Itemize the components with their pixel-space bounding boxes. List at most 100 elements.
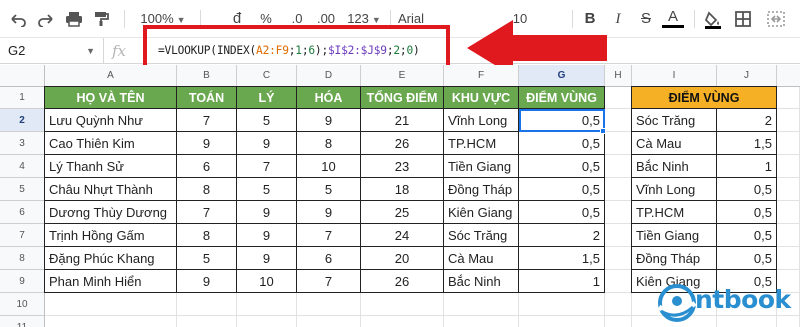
table-cell[interactable]: Phan Minh Hiển [45,270,177,293]
lookup-table-cell[interactable]: 0,5 [717,201,777,224]
grid-cell[interactable] [177,316,237,327]
grid-cell[interactable] [45,293,177,316]
row-header-9[interactable]: 9 [0,270,45,293]
table-cell[interactable]: 0,5 [519,132,605,155]
table-cell[interactable]: 9 [237,224,297,247]
row-header-8[interactable]: 8 [0,247,45,270]
table-cell[interactable]: 18 [361,178,444,201]
table-header-cell[interactable]: HÓA [297,87,361,109]
table-cell[interactable]: 5 [237,109,297,132]
grid-cell[interactable] [605,270,632,293]
table-cell[interactable]: TP.HCM [444,132,519,155]
grid-cell[interactable] [777,155,800,178]
table-cell[interactable]: 25 [361,201,444,224]
table-cell[interactable]: 7 [237,155,297,178]
undo-icon[interactable] [6,8,30,30]
grid-cell[interactable] [777,224,800,247]
borders-icon[interactable] [732,8,754,30]
row-header-1[interactable]: 1 [0,87,45,109]
column-header-c[interactable]: C [237,65,297,87]
print-icon[interactable] [62,8,86,30]
lookup-table-header[interactable]: ĐIỂM VÙNG [632,87,777,109]
grid-cell[interactable] [777,201,800,224]
table-cell[interactable]: 8 [297,132,361,155]
table-cell[interactable]: 20 [361,247,444,270]
table-cell[interactable]: 5 [297,178,361,201]
table-header-cell[interactable]: LÝ [237,87,297,109]
table-cell[interactable]: 0,5 [519,109,605,132]
lookup-table-cell[interactable]: Đồng Tháp [632,247,717,270]
grid-cell[interactable] [297,316,361,327]
table-cell[interactable]: 7 [297,224,361,247]
grid-cell[interactable] [237,316,297,327]
strikethrough-button[interactable]: S [636,8,656,30]
row-header-11[interactable]: 11 [0,316,45,327]
table-cell[interactable]: 5 [177,247,237,270]
table-cell[interactable]: 6 [297,247,361,270]
lookup-table-cell[interactable]: Vĩnh Long [632,178,717,201]
grid-cell[interactable] [605,247,632,270]
grid-cell[interactable] [605,109,632,132]
table-cell[interactable]: 1 [519,270,605,293]
grid-cell[interactable] [237,293,297,316]
table-cell[interactable]: 23 [361,155,444,178]
row-header-10[interactable]: 10 [0,293,45,316]
table-cell[interactable]: Đặng Phúc Khang [45,247,177,270]
column-header-e[interactable]: E [361,65,444,87]
table-cell[interactable]: Châu Nhựt Thành [45,178,177,201]
row-header-6[interactable]: 6 [0,201,45,224]
column-header-j[interactable]: J [717,65,777,87]
table-cell[interactable]: Lý Thanh Sử [45,155,177,178]
lookup-table-cell[interactable]: Bắc Ninh [632,155,717,178]
grid-cell[interactable] [177,293,237,316]
table-cell[interactable]: 9 [297,201,361,224]
name-box[interactable]: G2 ▼ [0,38,104,64]
table-cell[interactable]: Sóc Trăng [444,224,519,247]
table-cell[interactable]: 9 [177,132,237,155]
select-all-corner[interactable] [0,65,45,87]
grid-cell[interactable] [361,293,444,316]
row-header-5[interactable]: 5 [0,178,45,201]
table-cell[interactable]: 10 [237,270,297,293]
table-cell[interactable]: 5 [237,178,297,201]
grid-cell[interactable] [777,247,800,270]
lookup-table-cell[interactable]: 2 [717,109,777,132]
grid-cell[interactable] [519,316,605,327]
table-cell[interactable]: 9 [297,109,361,132]
fill-handle[interactable] [600,128,606,134]
grid-cell[interactable] [605,224,632,247]
table-cell[interactable]: 9 [237,201,297,224]
lookup-table-cell[interactable]: Sóc Trăng [632,109,717,132]
table-cell[interactable]: Lưu Quỳnh Như [45,109,177,132]
grid-cell[interactable] [777,178,800,201]
table-cell[interactable]: Đồng Tháp [444,178,519,201]
grid-cell[interactable] [777,87,800,109]
table-header-cell[interactable]: KHU VỰC [444,87,519,109]
lookup-table-cell[interactable]: 0,5 [717,247,777,270]
table-cell[interactable]: 6 [177,155,237,178]
table-cell[interactable]: 10 [297,155,361,178]
table-cell[interactable]: 9 [177,270,237,293]
table-cell[interactable]: 26 [361,132,444,155]
grid-cell[interactable] [605,201,632,224]
table-cell[interactable]: 0,5 [519,201,605,224]
column-header-g[interactable]: G [519,65,605,87]
fill-color-icon[interactable] [702,8,724,30]
grid-cell[interactable] [605,155,632,178]
grid-cell[interactable] [297,293,361,316]
column-header-a[interactable]: A [45,65,177,87]
text-color-button[interactable]: A [662,8,684,28]
table-header-cell[interactable]: TOÁN [177,87,237,109]
row-header-4[interactable]: 4 [0,155,45,178]
paint-format-icon[interactable] [90,8,114,30]
grid-cell[interactable] [444,316,519,327]
table-cell[interactable]: 8 [177,224,237,247]
table-cell[interactable]: Cao Thiên Kim [45,132,177,155]
grid-cell[interactable] [444,293,519,316]
merge-cells-icon[interactable] [764,8,788,30]
grid-cell[interactable] [605,316,632,327]
column-header-f[interactable]: F [444,65,519,87]
grid-cell[interactable] [605,132,632,155]
table-cell[interactable]: 8 [177,178,237,201]
column-header-b[interactable]: B [177,65,237,87]
